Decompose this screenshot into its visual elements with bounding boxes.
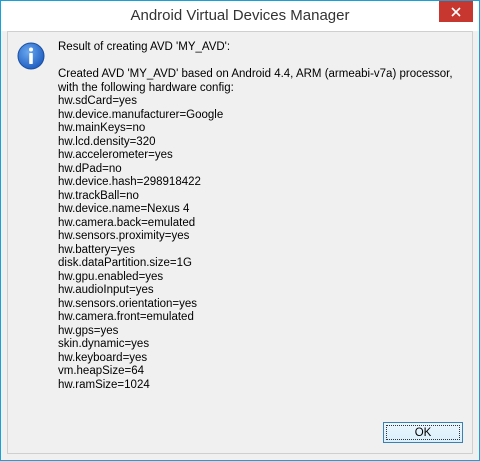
message-line: hw.keyboard=yes [58, 351, 148, 364]
message-line: hw.trackBall=no [58, 189, 139, 202]
dialog-window: Android Virtual Devices Manager Result o… [0, 0, 480, 461]
message-line: disk.dataPartition.size=1G [58, 257, 192, 269]
message-line: hw.device.hash=298918422 [58, 176, 201, 188]
message-line: hw.gpu.enabled=yes [58, 270, 164, 283]
message-line: hw.accelerometer=yes [58, 149, 173, 161]
message-line: hw.device.name=Nexus 4 [58, 203, 190, 215]
message-line: hw.camera.front=emulated [58, 311, 194, 323]
message-line: hw.battery=yes [58, 243, 136, 256]
dialog-content: Result of creating AVD 'MY_AVD': Created… [7, 31, 473, 454]
message-line: hw.sensors.orientation=yes [58, 297, 198, 310]
message-line: with the following hardware config: [58, 81, 234, 94]
message-line: hw.lcd.density=320 [58, 135, 156, 148]
title-bar[interactable]: Android Virtual Devices Manager [1, 1, 479, 31]
message-line: hw.sdCard=yes [58, 95, 137, 107]
message-line: hw.dPad=no [58, 162, 122, 175]
close-icon [451, 7, 461, 17]
window-title: Android Virtual Devices Manager [130, 7, 350, 24]
message-line: hw.ramSize=1024 [58, 378, 150, 391]
message-line: hw.mainKeys=no [58, 122, 146, 134]
message-line: hw.device.manufacturer=Google [58, 108, 224, 121]
close-button[interactable] [439, 1, 473, 22]
message-line: hw.gps=yes [58, 324, 119, 337]
message-line: Created AVD 'MY_AVD' based on Android 4.… [58, 68, 453, 80]
ok-button[interactable]: OK [383, 422, 463, 443]
focus-ring [386, 425, 460, 440]
message-line: hw.camera.back=emulated [58, 216, 196, 229]
dialog-heading: Result of creating AVD 'MY_AVD': [58, 41, 231, 53]
dialog-message: Created AVD 'MY_AVD' based on Android 4.… [58, 68, 468, 392]
message-line: vm.heapSize=64 [58, 365, 144, 377]
message-line: skin.dynamic=yes [58, 338, 150, 350]
message-line: hw.audioInput=yes [58, 284, 154, 296]
info-icon [17, 42, 45, 70]
message-line: hw.sensors.proximity=yes [58, 230, 190, 242]
